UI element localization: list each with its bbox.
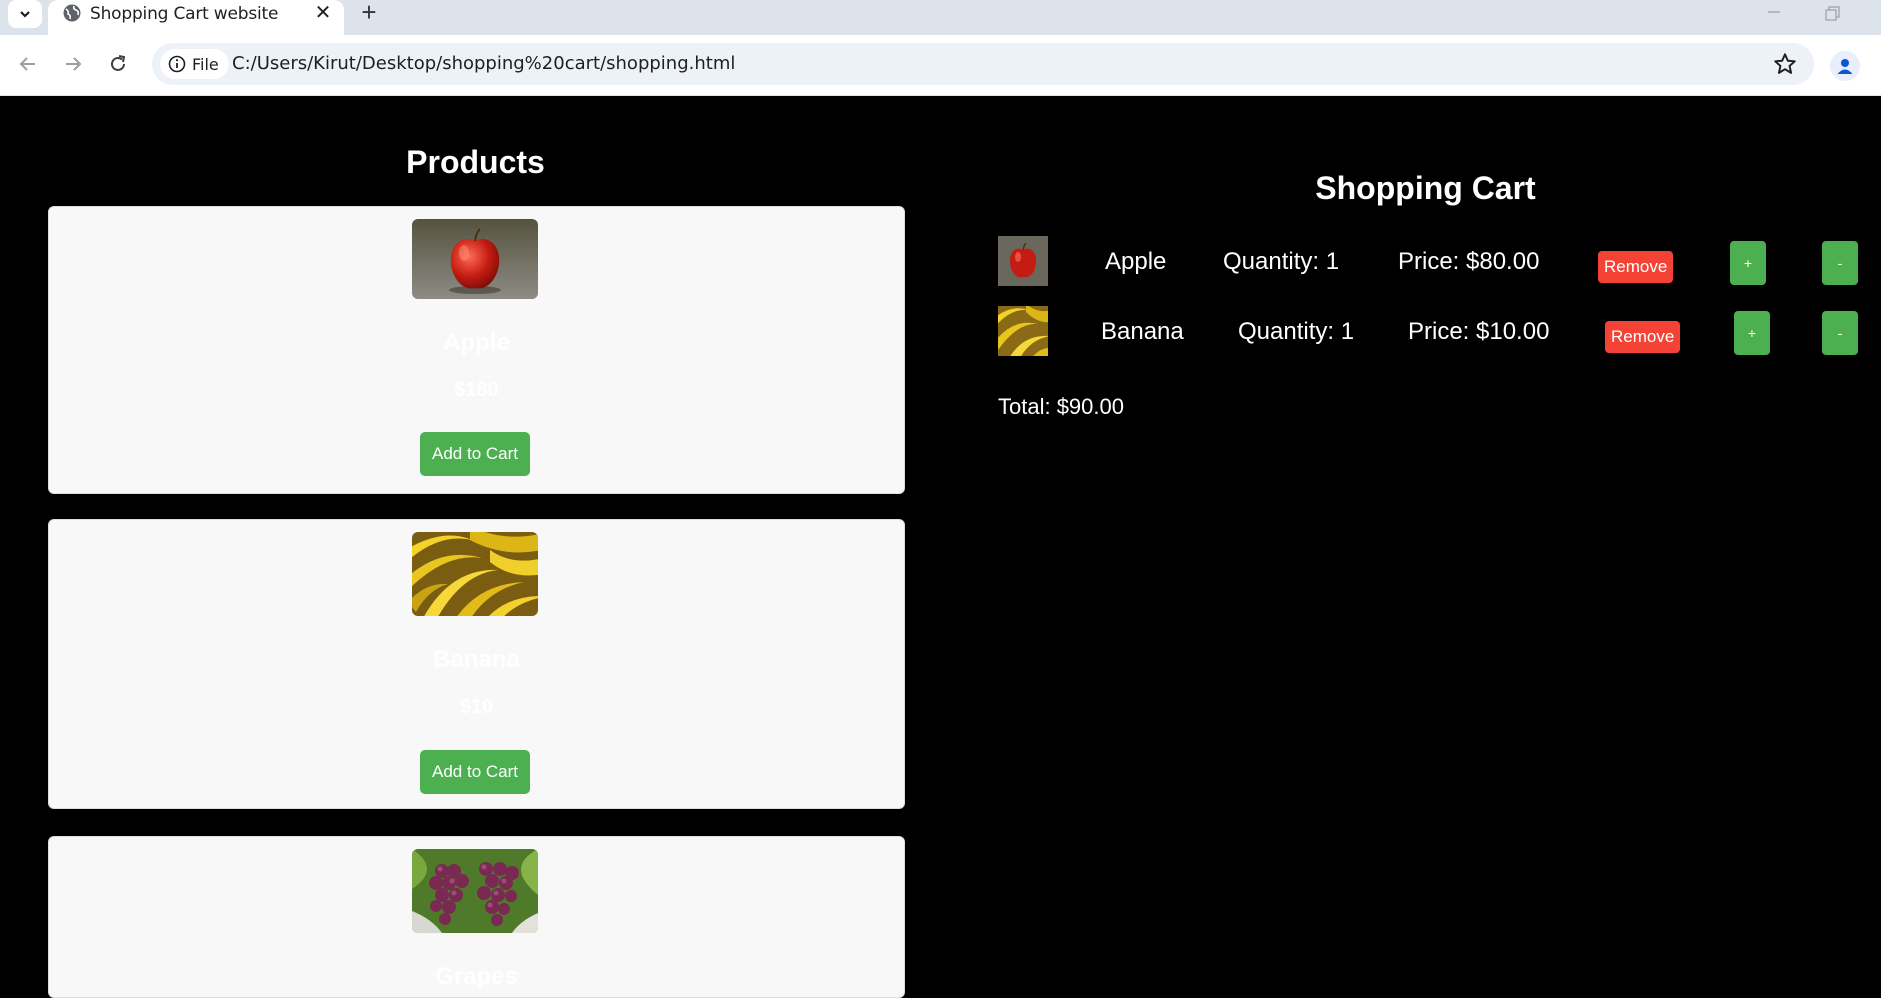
cart-item: Apple Quantity: 1 Price: $80.00 Remove +… (998, 236, 1858, 292)
forward-button[interactable] (58, 49, 88, 79)
product-price: $10 (459, 696, 494, 718)
product-card: Apple $180 Add to Cart (48, 206, 905, 494)
increase-quantity-button[interactable]: + (1730, 241, 1766, 285)
banana-thumbnail (998, 306, 1048, 356)
minimize-icon[interactable] (1764, 2, 1784, 22)
cart-item-price: Price: $10.00 (1408, 318, 1550, 345)
site-info-label: File (192, 54, 219, 74)
browser-toolbar: File C:/Users/Kirut/Desktop/shopping%20c… (0, 35, 1881, 96)
apple-thumbnail (998, 236, 1048, 286)
cart-item-name: Banana (1101, 318, 1184, 345)
arrow-right-icon (66, 57, 82, 71)
remove-button[interactable]: Remove (1605, 321, 1681, 353)
remove-button[interactable]: Remove (1598, 251, 1674, 283)
apple-image (412, 219, 538, 299)
product-name: Apple (443, 329, 510, 356)
cart-item-quantity: Quantity: 1 (1223, 248, 1340, 275)
info-icon (168, 55, 186, 73)
address-bar[interactable]: File C:/Users/Kirut/Desktop/shopping%20c… (152, 43, 1814, 85)
person-icon (1837, 59, 1853, 74)
cart-item-price: Price: $80.00 (1398, 248, 1540, 275)
profile-button[interactable] (1830, 51, 1860, 81)
increase-quantity-button[interactable]: + (1734, 311, 1770, 355)
reload-button[interactable] (103, 49, 133, 79)
add-to-cart-button[interactable]: Add to Cart (420, 750, 530, 794)
new-tab-icon[interactable]: + (356, 0, 382, 26)
product-name: Grapes (435, 963, 518, 990)
cart-item: Banana Quantity: 1 Price: $10.00 Remove … (998, 306, 1858, 362)
product-name: Banana (433, 646, 520, 673)
reload-icon (111, 55, 126, 71)
site-info-chip[interactable]: File (160, 49, 229, 79)
page-content: Products Apple $180 Add to Cart Banana $… (0, 96, 1881, 998)
back-button[interactable] (13, 49, 43, 79)
browser-tab[interactable]: Shopping Cart website ✕ (48, 0, 344, 35)
grapes-image (412, 849, 538, 933)
cart-item-name: Apple (1105, 248, 1167, 275)
product-price: $180 (454, 379, 499, 401)
globe-icon (63, 4, 81, 22)
browser-tab-bar: Shopping Cart website ✕ + (0, 0, 1881, 35)
tab-search-button[interactable] (8, 0, 42, 28)
restore-icon[interactable] (1822, 4, 1842, 24)
product-card: Grapes (48, 836, 905, 998)
bookmark-star-icon[interactable] (1772, 51, 1798, 77)
decrease-quantity-button[interactable]: - (1822, 311, 1858, 355)
arrow-left-icon (19, 57, 35, 71)
cart-total: Total: $90.00 (998, 394, 1124, 419)
cart-item-quantity: Quantity: 1 (1238, 318, 1355, 345)
decrease-quantity-button[interactable]: - (1822, 241, 1858, 285)
close-tab-icon[interactable]: ✕ (312, 2, 334, 24)
banana-image (412, 532, 538, 616)
tab-title: Shopping Cart website (90, 4, 279, 24)
chevron-down-icon (20, 11, 30, 18)
product-card: Banana $10 Add to Cart (48, 519, 905, 809)
add-to-cart-button[interactable]: Add to Cart (420, 432, 530, 476)
products-heading: Products (406, 144, 545, 180)
cart-heading: Shopping Cart (1315, 170, 1536, 206)
url-text[interactable]: C:/Users/Kirut/Desktop/shopping%20cart/s… (232, 53, 735, 74)
